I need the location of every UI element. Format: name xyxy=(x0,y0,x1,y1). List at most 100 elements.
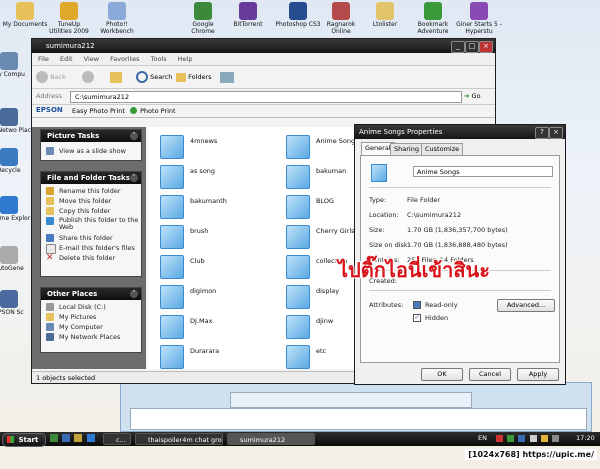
folders-button[interactable]: Folders xyxy=(176,70,212,84)
desktop-icon[interactable]: Ragnarok Online xyxy=(318,2,364,35)
folder-icon[interactable] xyxy=(160,285,184,309)
menu-view[interactable]: View xyxy=(84,55,99,63)
desktop-icon[interactable]: BitTorrent xyxy=(225,2,271,35)
taskbar-item[interactable]: thaispoiler4m chat gro... xyxy=(135,433,223,445)
tray-icon[interactable] xyxy=(518,435,526,442)
desktop-icon[interactable]: AutoGene xyxy=(0,246,32,279)
folder-icon[interactable] xyxy=(286,315,310,339)
explorer-titlebar[interactable]: sumimura212 _ □ × xyxy=(32,39,495,53)
my-network-places-link[interactable]: My Network Places xyxy=(41,332,141,342)
copy-folder-link[interactable]: Copy this folder xyxy=(41,206,141,216)
tray-icon[interactable] xyxy=(552,435,560,442)
publish-folder-link[interactable]: Publish this folder to the Web xyxy=(41,216,141,233)
desktop-icon[interactable]: Giner Starts 5 - Hyperstu xyxy=(456,2,502,35)
folder-name[interactable]: bakuman xyxy=(316,167,346,175)
share-folder-link[interactable]: Share this folder xyxy=(41,233,141,243)
go-button[interactable]: ➜ Go xyxy=(464,91,481,101)
desktop-icon[interactable]: Photoshop CS3 xyxy=(275,2,321,35)
taskbar-item[interactable]: c... xyxy=(103,433,131,445)
tab-sharing[interactable]: Sharing xyxy=(390,143,423,155)
quicklaunch-app-icon[interactable] xyxy=(50,434,58,442)
collapse-chevron-icon[interactable]: ˄ xyxy=(130,290,138,298)
address-input[interactable]: C:\sumimura212 xyxy=(70,91,462,103)
picture-tasks-header[interactable]: Picture Tasks ˄ xyxy=(41,130,141,142)
desktop-icon[interactable]: My Compu xyxy=(0,52,32,85)
folder-icon[interactable] xyxy=(160,165,184,189)
folder-icon[interactable] xyxy=(160,225,184,249)
easy-photo-print-button[interactable]: Easy Photo Print xyxy=(72,107,125,115)
forward-button[interactable] xyxy=(82,70,94,84)
folder-name-input[interactable]: Anime Songs xyxy=(413,166,553,177)
folder-icon[interactable] xyxy=(286,135,310,159)
chat-emoticon-bar[interactable] xyxy=(230,392,472,408)
folder-name[interactable]: 4mnews xyxy=(190,137,217,145)
tray-icon[interactable] xyxy=(540,435,548,442)
folder-name[interactable]: Cherry Girls xyxy=(316,227,355,235)
clock[interactable]: 17:20 xyxy=(576,434,595,442)
tray-icon[interactable] xyxy=(496,435,503,442)
taskbar-item[interactable]: sumimura212 xyxy=(227,433,315,445)
desktop-icon[interactable]: My Netwo Plac xyxy=(0,108,32,141)
desktop-icon[interactable]: Interne Explor xyxy=(0,196,32,229)
desktop-icon[interactable]: Recycle xyxy=(0,148,32,181)
my-computer-link[interactable]: My Computer xyxy=(41,322,141,332)
folder-name[interactable]: digimon xyxy=(190,287,216,295)
folder-name[interactable]: bakumanth xyxy=(190,197,227,205)
ok-button[interactable]: OK xyxy=(421,368,463,381)
tray-icon[interactable] xyxy=(507,435,515,442)
other-places-header[interactable]: Other Places ˄ xyxy=(41,288,141,300)
folder-name[interactable]: BLOG xyxy=(316,197,334,205)
dialog-titlebar[interactable]: Anime Songs Properties ? × xyxy=(355,125,565,139)
folder-name[interactable]: Durarara xyxy=(190,347,219,355)
back-button[interactable]: Back xyxy=(36,70,66,84)
desktop-icon[interactable]: Photo!! Workbench xyxy=(94,2,140,35)
language-indicator[interactable]: EN xyxy=(478,434,487,442)
folder-icon[interactable] xyxy=(160,135,184,159)
collapse-chevron-icon[interactable]: ˄ xyxy=(130,132,138,140)
my-pictures-link[interactable]: My Pictures xyxy=(41,312,141,322)
menu-file[interactable]: File xyxy=(38,55,49,63)
tray-icon[interactable] xyxy=(529,435,537,442)
chat-input-box[interactable] xyxy=(130,408,587,430)
desktop-icon[interactable]: Google Chrome xyxy=(180,2,226,35)
file-folder-tasks-header[interactable]: File and Folder Tasks ˄ xyxy=(41,172,141,184)
photo-print-button[interactable]: Photo Print xyxy=(140,107,176,115)
folder-name[interactable]: brush xyxy=(190,227,208,235)
apply-button[interactable]: Apply xyxy=(517,368,559,381)
minimize-button[interactable]: _ xyxy=(451,41,465,53)
quicklaunch-app-icon[interactable] xyxy=(86,434,95,442)
collapse-chevron-icon[interactable]: ˄ xyxy=(130,174,138,182)
menu-favorites[interactable]: Favorites xyxy=(110,55,139,63)
folder-name[interactable]: Anime Songs xyxy=(316,137,359,145)
menu-tools[interactable]: Tools xyxy=(151,55,167,63)
desktop-icon[interactable]: My Documents xyxy=(2,2,48,35)
views-button[interactable] xyxy=(220,70,234,84)
readonly-checkbox[interactable] xyxy=(413,301,421,309)
cancel-button[interactable]: Cancel xyxy=(469,368,511,381)
folder-name[interactable]: djinw xyxy=(316,317,333,325)
advanced-button[interactable]: Advanced... xyxy=(497,299,555,312)
folder-name[interactable]: etc xyxy=(316,347,326,355)
quicklaunch-app-icon[interactable] xyxy=(74,434,83,442)
folder-icon[interactable] xyxy=(286,225,310,249)
folder-icon[interactable] xyxy=(286,195,310,219)
folder-icon[interactable] xyxy=(160,195,184,219)
desktop-icon[interactable]: Bookmark Adventure xyxy=(410,2,456,35)
quicklaunch-app-icon[interactable] xyxy=(62,434,71,442)
local-disk-link[interactable]: Local Disk (C:) xyxy=(41,302,141,312)
folder-icon[interactable] xyxy=(286,165,310,189)
rename-folder-link[interactable]: Rename this folder xyxy=(41,186,141,196)
tab-customize[interactable]: Customize xyxy=(421,143,464,155)
folder-icon[interactable] xyxy=(160,255,184,279)
start-button[interactable]: Start xyxy=(2,433,46,447)
dialog-close-button[interactable]: × xyxy=(549,127,563,139)
view-slideshow-link[interactable]: View as a slide show xyxy=(41,146,141,156)
menu-help[interactable]: Help xyxy=(178,55,193,63)
search-button[interactable]: Search xyxy=(136,70,172,84)
desktop-icon[interactable]: TuneUp Utilities 2009 xyxy=(46,2,92,35)
folder-icon[interactable] xyxy=(286,285,310,309)
folder-icon[interactable] xyxy=(160,345,184,369)
help-button[interactable]: ? xyxy=(535,127,549,139)
delete-folder-link[interactable]: ✕ Delete this folder xyxy=(41,253,141,263)
folder-name[interactable]: as song xyxy=(190,167,215,175)
